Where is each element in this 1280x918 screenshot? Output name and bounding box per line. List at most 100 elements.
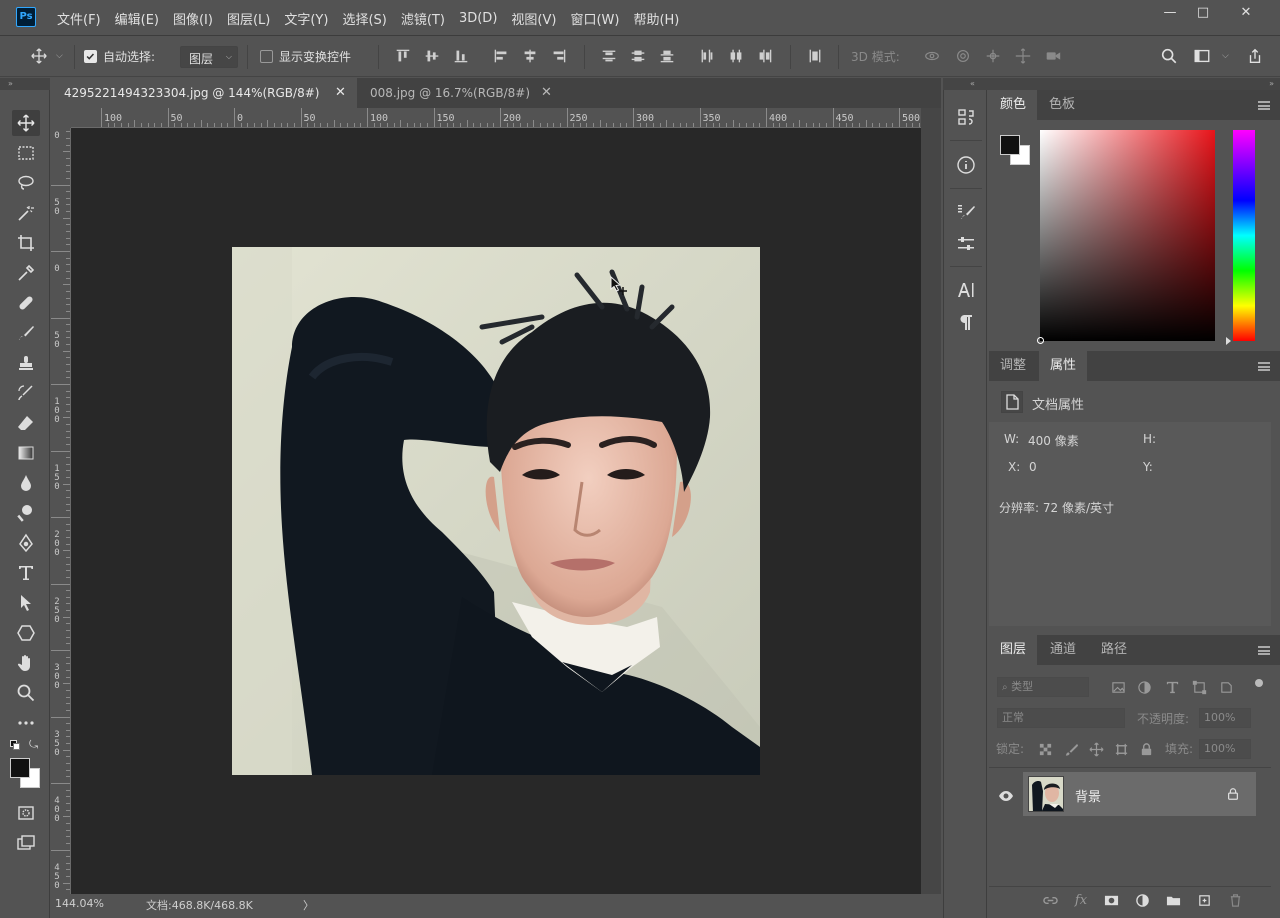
menu-item[interactable]: 文件(F) bbox=[50, 9, 108, 28]
filter-pixel-icon[interactable] bbox=[1109, 678, 1127, 696]
tab-document-1[interactable]: 4295221494323304.jpg @ 144%(RGB/8#) ✕ bbox=[51, 78, 357, 108]
screen-mode-icon[interactable] bbox=[12, 830, 40, 856]
document-image[interactable] bbox=[232, 247, 760, 775]
menu-item[interactable]: 文字(Y) bbox=[277, 9, 335, 28]
chevron-down-icon[interactable]: ⌵ bbox=[56, 51, 63, 61]
toolbar-collapse-strip[interactable]: » bbox=[0, 78, 50, 90]
brush-settings-icon[interactable] bbox=[954, 200, 978, 224]
align-bottom-icon[interactable] bbox=[450, 45, 472, 67]
hand-tool-icon[interactable] bbox=[12, 650, 40, 676]
tab-adjustments[interactable]: 调整 bbox=[989, 351, 1037, 381]
layer-row-background[interactable]: 背景 bbox=[1023, 772, 1256, 816]
foreground-color-swatch[interactable] bbox=[1000, 135, 1020, 155]
shape-tool-icon[interactable] bbox=[12, 620, 40, 646]
eraser-tool-icon[interactable] bbox=[12, 410, 40, 436]
3d-slide-icon[interactable] bbox=[1012, 45, 1034, 67]
magic-wand-tool-icon[interactable] bbox=[12, 200, 40, 226]
tab-paths[interactable]: 路径 bbox=[1090, 635, 1138, 665]
auto-select-target-dropdown[interactable]: 图层 ⌵ bbox=[180, 46, 238, 68]
filter-toggle[interactable] bbox=[1255, 679, 1263, 687]
lock-all-icon[interactable] bbox=[1137, 740, 1155, 758]
distribute-right-icon[interactable] bbox=[754, 45, 776, 67]
history-panel-icon[interactable] bbox=[954, 105, 978, 129]
menu-item[interactable]: 帮助(H) bbox=[626, 9, 686, 28]
filter-adjustment-icon[interactable] bbox=[1135, 678, 1153, 696]
panel-menu-icon[interactable] bbox=[1258, 362, 1270, 371]
minimize-button[interactable]: — bbox=[1157, 4, 1183, 22]
brush-tool-icon[interactable] bbox=[12, 320, 40, 346]
lock-position-icon[interactable] bbox=[1087, 740, 1105, 758]
align-right-icon[interactable] bbox=[548, 45, 570, 67]
default-colors-icon[interactable] bbox=[10, 740, 20, 750]
hue-slider[interactable] bbox=[1226, 130, 1255, 345]
3d-roll-icon[interactable] bbox=[952, 45, 974, 67]
character-panel-icon[interactable] bbox=[954, 278, 978, 302]
distribute-hcenter-icon[interactable] bbox=[725, 45, 747, 67]
saturation-value-field[interactable] bbox=[1037, 130, 1215, 344]
type-tool-icon[interactable] bbox=[12, 560, 40, 586]
menu-item[interactable]: 图像(I) bbox=[166, 9, 220, 28]
show-transform-checkbox[interactable] bbox=[260, 50, 273, 63]
marquee-tool-icon[interactable] bbox=[12, 140, 40, 166]
healing-brush-tool-icon[interactable] bbox=[12, 290, 40, 316]
canvas-area[interactable] bbox=[71, 128, 921, 894]
tab-layers[interactable]: 图层 bbox=[989, 635, 1038, 665]
adjustment-layer-icon[interactable] bbox=[1133, 891, 1151, 909]
close-icon[interactable]: ✕ bbox=[541, 78, 552, 108]
more-tools-icon[interactable] bbox=[12, 710, 40, 736]
new-layer-icon[interactable] bbox=[1195, 891, 1213, 909]
paragraph-panel-icon[interactable] bbox=[954, 310, 978, 334]
filter-type-icon[interactable] bbox=[1163, 678, 1181, 696]
workspace-icon[interactable] bbox=[1191, 45, 1213, 67]
menu-item[interactable]: 图层(L) bbox=[220, 9, 277, 28]
auto-select-checkbox[interactable] bbox=[84, 50, 97, 63]
path-selection-tool-icon[interactable] bbox=[12, 590, 40, 616]
distribute-top-icon[interactable] bbox=[598, 45, 620, 67]
tab-properties[interactable]: 属性 bbox=[1039, 351, 1088, 381]
blur-tool-icon[interactable] bbox=[12, 470, 40, 496]
x-value[interactable]: 0 bbox=[1029, 460, 1037, 474]
opacity-field[interactable]: 100% bbox=[1199, 708, 1251, 728]
menu-item[interactable]: 窗口(W) bbox=[563, 9, 626, 28]
tab-color[interactable]: 颜色 bbox=[989, 90, 1038, 120]
maximize-button[interactable]: □ bbox=[1190, 4, 1216, 22]
menu-item[interactable]: 选择(S) bbox=[335, 9, 393, 28]
menu-item[interactable]: 3D(D) bbox=[452, 11, 504, 26]
pen-tool-icon[interactable] bbox=[12, 530, 40, 556]
history-brush-tool-icon[interactable] bbox=[12, 380, 40, 406]
panel-collapse-strip[interactable]: « » bbox=[943, 78, 1280, 90]
swap-colors-icon[interactable]: ⤿ bbox=[29, 738, 38, 752]
zoom-tool-icon[interactable] bbox=[12, 680, 40, 706]
eyedropper-tool-icon[interactable] bbox=[12, 260, 40, 286]
tab-channels[interactable]: 通道 bbox=[1039, 635, 1087, 665]
status-menu-arrow[interactable]: 〉 bbox=[303, 897, 314, 913]
tab-document-2[interactable]: 008.jpg @ 16.7%(RGB/8#) ✕ bbox=[357, 78, 557, 108]
width-value[interactable]: 400 像素 bbox=[1028, 432, 1079, 449]
3d-camera-icon[interactable] bbox=[1042, 45, 1064, 67]
link-layers-icon[interactable] bbox=[1041, 891, 1059, 909]
layer-name[interactable]: 背景 bbox=[1075, 786, 1101, 805]
distribute-bottom-icon[interactable] bbox=[656, 45, 678, 67]
align-hcenter-icon[interactable] bbox=[519, 45, 541, 67]
distribute-spacing-icon[interactable] bbox=[804, 45, 826, 67]
chevron-down-icon[interactable]: ⌵ bbox=[1222, 51, 1229, 61]
layer-filter-field[interactable]: ⌕ 类型 bbox=[997, 677, 1089, 697]
3d-orbit-icon[interactable] bbox=[921, 45, 943, 67]
adjustments-sliders-icon[interactable] bbox=[954, 232, 978, 256]
delete-layer-icon[interactable] bbox=[1226, 891, 1244, 909]
distribute-left-icon[interactable] bbox=[696, 45, 718, 67]
menu-item[interactable]: 视图(V) bbox=[504, 9, 563, 28]
hue-slider-marker[interactable] bbox=[1226, 337, 1231, 345]
new-group-icon[interactable] bbox=[1164, 891, 1182, 909]
move-tool-preset-icon[interactable] bbox=[28, 45, 50, 67]
add-mask-icon[interactable] bbox=[1102, 891, 1120, 909]
align-vcenter-icon[interactable] bbox=[421, 45, 443, 67]
menu-item[interactable]: 编辑(E) bbox=[108, 9, 166, 28]
filter-smart-object-icon[interactable] bbox=[1217, 678, 1235, 696]
zoom-level[interactable]: 144.04% bbox=[55, 897, 104, 910]
layer-effects-icon[interactable]: fx bbox=[1072, 891, 1090, 909]
foreground-color-swatch[interactable] bbox=[10, 758, 30, 778]
align-left-icon[interactable] bbox=[490, 45, 512, 67]
panel-menu-icon[interactable] bbox=[1258, 646, 1270, 655]
close-icon[interactable]: ✕ bbox=[335, 78, 346, 108]
